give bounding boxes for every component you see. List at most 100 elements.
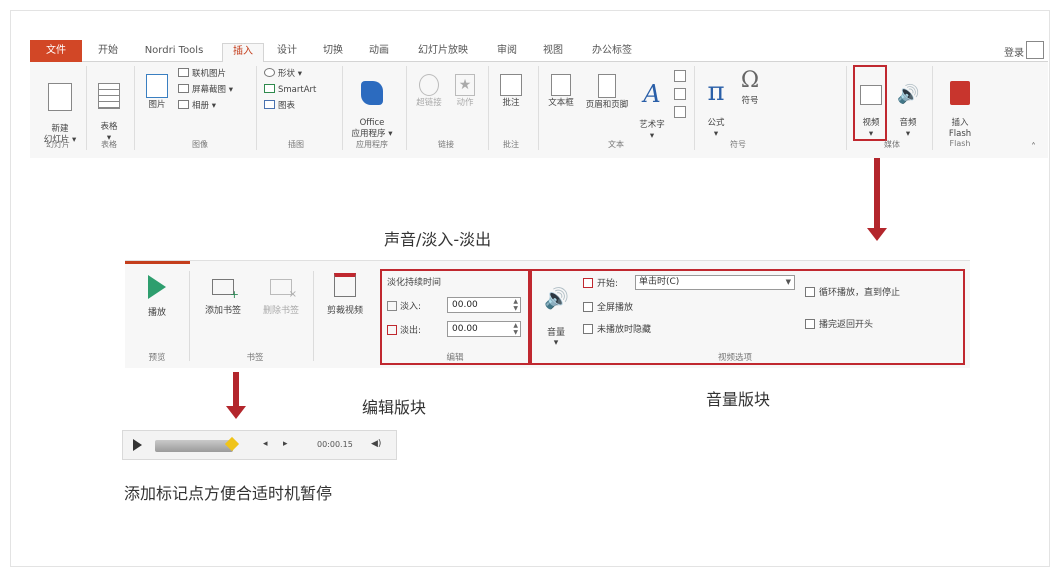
- edit-block-caption: 编辑版块: [362, 398, 427, 417]
- tab-slideshow[interactable]: 幻灯片放映: [408, 43, 478, 62]
- group-label-comments: 批注: [503, 140, 519, 149]
- tab-file[interactable]: 文件: [30, 40, 82, 62]
- video-playback-ribbon: 播放 预览 + 添加书签 × 删除书签 书签 剪裁视频 淡化持续时间 淡入: 0…: [125, 260, 970, 368]
- arrow-down-icon: [233, 372, 239, 406]
- shapes-icon: [264, 68, 275, 77]
- screenshot-label: 屏幕截图 ▾: [192, 85, 233, 95]
- remove-bookmark-button[interactable]: × 删除书签: [253, 279, 309, 316]
- table-icon: [98, 83, 120, 109]
- pi-icon: π: [707, 77, 725, 107]
- screenshot-button[interactable]: 屏幕截图 ▾: [178, 84, 233, 96]
- edit-block-highlight: [380, 269, 530, 365]
- album-icon: [178, 100, 189, 109]
- group-label-apps: 应用程序: [356, 140, 388, 149]
- group-label-slides: 幻灯片: [46, 140, 70, 149]
- comment-label: 批注: [502, 98, 520, 108]
- album-label: 相册 ▾: [192, 101, 216, 111]
- textbox-button[interactable]: 文本框: [544, 74, 578, 109]
- collapse-ribbon-icon[interactable]: ˄: [1031, 142, 1036, 153]
- new-slide-icon: [48, 83, 72, 111]
- header-footer-button[interactable]: 页眉和页脚: [582, 74, 632, 111]
- wordart-label: 艺术字 ▾: [639, 120, 665, 141]
- account-icon[interactable]: [1026, 41, 1044, 59]
- hyperlink-button[interactable]: 超链接: [412, 74, 446, 109]
- play-button[interactable]: 播放: [137, 275, 177, 318]
- group-label-symbols: 符号: [730, 140, 746, 149]
- group-label-illustrations: 插图: [288, 140, 304, 149]
- textbox-icon: [551, 74, 571, 96]
- arrow-head-icon: [867, 228, 887, 241]
- online-picture-label: 联机图片: [192, 69, 227, 79]
- office-store-icon: [361, 81, 383, 105]
- tab-insert[interactable]: 插入: [222, 43, 264, 62]
- insert-flash-button[interactable]: 插入 Flash: [940, 70, 980, 140]
- header-footer-icon: [598, 74, 616, 98]
- textbox-label: 文本框: [548, 98, 574, 108]
- chart-icon: [264, 100, 275, 109]
- picture-button[interactable]: 图片: [142, 74, 172, 111]
- omega-icon: Ω: [740, 68, 760, 93]
- wordart-button[interactable]: A 艺术字 ▾: [636, 70, 668, 142]
- toolbar-separator: [313, 271, 314, 361]
- audio-button[interactable]: 🔊 音频 ▾: [892, 74, 924, 140]
- action-label: 动作: [456, 98, 474, 108]
- media-time: 00:00.15: [317, 440, 353, 449]
- shapes-button[interactable]: 形状 ▾: [264, 68, 302, 80]
- login-link[interactable]: 登录: [1004, 44, 1024, 59]
- table-button[interactable]: 表格 ▾: [92, 72, 126, 144]
- active-tab-indicator: [125, 261, 190, 264]
- online-picture-button[interactable]: 联机图片: [178, 68, 226, 80]
- slide-number-icon[interactable]: [674, 88, 686, 100]
- group-label-images: 图像: [192, 140, 208, 149]
- group-label-links: 链接: [438, 140, 454, 149]
- play-icon: [148, 275, 166, 299]
- video-button-highlight: [853, 65, 887, 141]
- equation-label: 公式 ▾: [707, 118, 725, 139]
- play-icon[interactable]: [133, 439, 142, 451]
- equation-button[interactable]: π 公式 ▾: [702, 68, 730, 140]
- action-button[interactable]: ★ 动作: [450, 74, 480, 109]
- trim-video-button[interactable]: 剪裁视频: [317, 273, 373, 316]
- volume-block-highlight: [530, 269, 965, 365]
- trim-video-icon: [334, 273, 356, 297]
- ribbon-separator: [538, 66, 539, 150]
- picture-icon: [146, 74, 168, 98]
- header-footer-label: 页眉和页脚: [585, 100, 629, 110]
- volume-block-caption: 音量版块: [706, 390, 771, 409]
- tab-nordri-tools[interactable]: Nordri Tools: [136, 43, 212, 62]
- progress-track[interactable]: [155, 440, 233, 452]
- ribbon-separator: [342, 66, 343, 150]
- comment-button[interactable]: 批注: [494, 74, 528, 109]
- audio-label: 音频 ▾: [899, 118, 917, 139]
- tab-office-tabs[interactable]: 办公标签: [582, 43, 642, 62]
- smartart-icon: [264, 84, 275, 93]
- trim-video-label: 剪裁视频: [326, 306, 363, 316]
- hyperlink-label: 超链接: [416, 98, 442, 108]
- chart-button[interactable]: 图表: [264, 100, 295, 112]
- smartart-label: SmartArt: [278, 85, 317, 95]
- symbol-button[interactable]: Ω 符号: [736, 68, 764, 107]
- add-bookmark-button[interactable]: + 添加书签: [195, 279, 251, 316]
- previous-icon[interactable]: ◂: [263, 439, 268, 449]
- group-label-bookmarks: 书签: [246, 353, 264, 363]
- tab-design[interactable]: 设计: [270, 43, 304, 62]
- group-label-preview: 预览: [148, 353, 166, 363]
- object-icon[interactable]: [674, 106, 686, 118]
- volume-icon[interactable]: ◀): [371, 439, 381, 449]
- tab-view[interactable]: 视图: [536, 43, 570, 62]
- tab-review[interactable]: 审阅: [490, 43, 524, 62]
- album-button[interactable]: 相册 ▾: [178, 100, 216, 112]
- arrow-down-icon: [874, 158, 880, 228]
- fade-caption: 声音/淡入-淡出: [384, 230, 492, 249]
- smartart-button[interactable]: SmartArt: [264, 84, 316, 96]
- tab-home[interactable]: 开始: [92, 43, 124, 62]
- office-apps-button[interactable]: Office 应用程序 ▾: [348, 70, 396, 140]
- group-label-media: 媒体: [884, 140, 900, 149]
- office-apps-label: Office 应用程序 ▾: [351, 118, 393, 139]
- new-slide-button[interactable]: 新建 幻灯片 ▾: [40, 72, 80, 146]
- date-time-icon[interactable]: [674, 70, 686, 82]
- remove-bookmark-label: 删除书签: [262, 306, 299, 316]
- tab-animations[interactable]: 动画: [362, 43, 396, 62]
- next-icon[interactable]: ▸: [283, 439, 288, 449]
- tab-transitions[interactable]: 切换: [316, 43, 350, 62]
